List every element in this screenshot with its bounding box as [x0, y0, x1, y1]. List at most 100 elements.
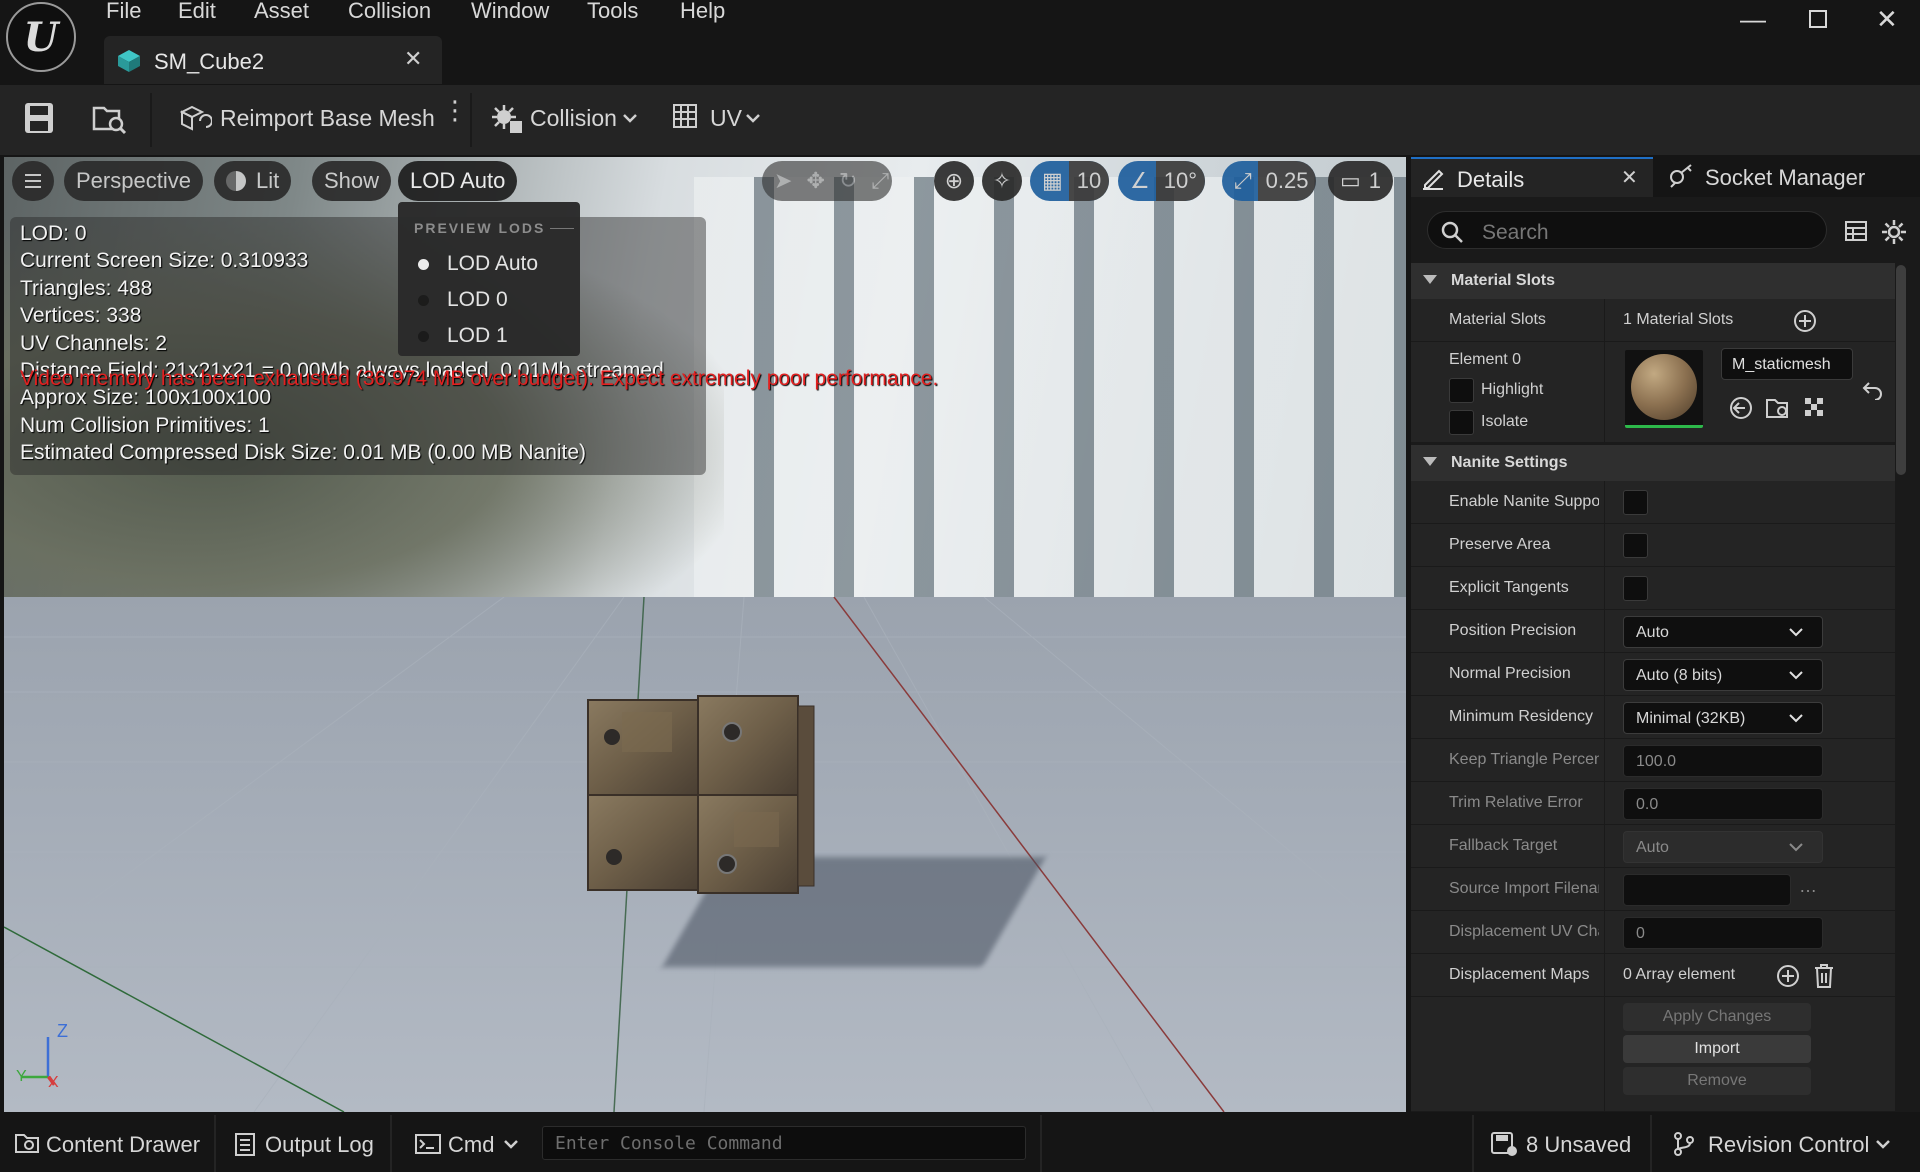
- radio-icon: [418, 330, 429, 342]
- document-tab[interactable]: SM_Cube2 ✕: [104, 36, 442, 84]
- scale-snap-button[interactable]: ⤢ 0.25: [1222, 161, 1317, 201]
- material-picker[interactable]: M_staticmesh: [1721, 348, 1853, 380]
- normal-precision-row: Normal Precision Auto (8 bits): [1411, 653, 1895, 696]
- save-icon[interactable]: [24, 102, 54, 134]
- lod-button[interactable]: LOD Auto: [398, 161, 518, 201]
- menu-asset[interactable]: Asset: [254, 0, 309, 24]
- ellipsis-icon: …: [1799, 876, 1817, 896]
- stat-lod: LOD: 0: [20, 222, 87, 245]
- status-separator: [1040, 1115, 1042, 1172]
- grid-snap-button[interactable]: ▦ 10: [1030, 161, 1110, 201]
- chevron-down-icon: [504, 1140, 518, 1149]
- menu-tools[interactable]: Tools: [587, 0, 638, 24]
- minimize-icon[interactable]: —: [1740, 4, 1766, 35]
- lit-icon: [226, 171, 246, 191]
- menu-window[interactable]: Window: [471, 0, 549, 24]
- add-element-icon[interactable]: [1776, 964, 1800, 988]
- content-drawer-button[interactable]: Content Drawer: [46, 1132, 200, 1158]
- column-divider: [1604, 653, 1605, 696]
- normal-precision-dropdown[interactable]: Auto (8 bits): [1623, 659, 1823, 691]
- unsaved-button[interactable]: 8 Unsaved: [1526, 1132, 1631, 1158]
- apply-changes-button[interactable]: Apply Changes: [1623, 1003, 1811, 1031]
- property-name: Keep Triangle Percent: [1449, 751, 1599, 768]
- material-thumbnail[interactable]: [1625, 350, 1703, 428]
- lod-option-1[interactable]: LOD 1: [418, 324, 508, 348]
- gear-icon[interactable]: [1881, 219, 1907, 245]
- toolbar-separator: [470, 93, 472, 147]
- field-value: 0.0: [1636, 796, 1659, 813]
- close-window-icon[interactable]: ✕: [1876, 4, 1898, 35]
- tab-details[interactable]: Details ✕: [1411, 157, 1653, 197]
- isolate-checkbox[interactable]: [1449, 410, 1474, 435]
- use-selected-icon[interactable]: [1729, 396, 1753, 420]
- uv-button[interactable]: UV: [710, 105, 742, 132]
- lod-label: LOD Auto: [410, 168, 506, 193]
- unreal-logo-icon[interactable]: U: [6, 2, 76, 72]
- maximize-icon[interactable]: [1809, 10, 1827, 28]
- material-slots-header[interactable]: Material Slots: [1411, 263, 1895, 299]
- search-box[interactable]: [1427, 211, 1827, 249]
- dropdown-value: Auto: [1636, 624, 1669, 641]
- translate-tool-icon[interactable]: ✥: [806, 168, 824, 194]
- menu-help[interactable]: Help: [680, 0, 725, 24]
- surface-snap-button[interactable]: ✧: [982, 161, 1022, 201]
- scrollbar[interactable]: [1896, 265, 1906, 475]
- nanite-settings-header[interactable]: Nanite Settings: [1411, 445, 1895, 481]
- unsaved-icon: [1491, 1132, 1517, 1156]
- output-log-button[interactable]: Output Log: [265, 1132, 374, 1158]
- browse-folder-icon[interactable]: [1765, 396, 1791, 420]
- position-precision-dropdown[interactable]: Auto: [1623, 616, 1823, 648]
- lit-button[interactable]: Lit: [214, 161, 292, 201]
- minimum-residency-dropdown[interactable]: Minimal (32KB): [1623, 702, 1823, 734]
- revision-control-button[interactable]: Revision Control: [1708, 1132, 1869, 1158]
- viewport-menu-button[interactable]: [12, 161, 54, 201]
- local-space-button[interactable]: ⊕: [934, 161, 974, 201]
- viewport[interactable]: Perspective Lit Show LOD Auto ➤ ✥ ↻ ⤢ ⊕ …: [4, 157, 1406, 1112]
- rotation-snap-button[interactable]: ∠ 10°: [1118, 161, 1206, 201]
- add-element-icon[interactable]: [1793, 309, 1817, 333]
- menu-edit[interactable]: Edit: [178, 0, 216, 24]
- lit-label: Lit: [256, 168, 280, 193]
- preserve-area-checkbox[interactable]: [1623, 533, 1648, 558]
- dropdown-value: Minimal (32KB): [1636, 710, 1746, 727]
- trash-icon[interactable]: [1813, 963, 1835, 989]
- menu-collision[interactable]: Collision: [348, 0, 431, 24]
- enable-nanite-checkbox[interactable]: [1623, 490, 1648, 515]
- browse-asset-icon[interactable]: [92, 102, 128, 136]
- search-input[interactable]: [1482, 221, 1812, 245]
- toolbar: Reimport Base Mesh ⋮ Collision UV: [0, 85, 1920, 155]
- grid-snap-value: 10: [1068, 161, 1110, 201]
- column-divider: [1604, 825, 1605, 868]
- show-button[interactable]: Show: [312, 161, 392, 201]
- checker-icon[interactable]: [1803, 396, 1827, 420]
- more-options-icon[interactable]: ⋮: [442, 97, 468, 123]
- table-view-icon[interactable]: [1844, 219, 1868, 243]
- enable-nanite-row: Enable Nanite Support: [1411, 481, 1895, 524]
- lod-option-label: LOD 0: [447, 288, 508, 311]
- reset-arrow-icon[interactable]: [1861, 380, 1883, 400]
- static-mesh-cube[interactable]: [584, 692, 819, 897]
- grid-snap-icon: ▦: [1042, 168, 1063, 193]
- explicit-tangents-checkbox[interactable]: [1623, 576, 1648, 601]
- import-button[interactable]: Import: [1623, 1035, 1811, 1063]
- tab-socket-manager[interactable]: Socket Manager: [1705, 165, 1865, 191]
- lod-option-0[interactable]: LOD 0: [418, 288, 508, 312]
- perspective-button[interactable]: Perspective: [64, 161, 203, 201]
- scale-tool-icon[interactable]: ⤢: [871, 168, 889, 194]
- lod-option-label: LOD 1: [447, 324, 508, 347]
- menu-file[interactable]: File: [106, 0, 141, 24]
- collision-button[interactable]: Collision: [530, 105, 617, 132]
- close-tab-icon[interactable]: ✕: [404, 46, 422, 72]
- reimport-button[interactable]: Reimport Base Mesh: [220, 105, 435, 132]
- title-bar: U File Edit Asset Collision Window Tools…: [0, 0, 1920, 85]
- console-input[interactable]: [542, 1126, 1026, 1160]
- property-name: Trim Relative Error: [1449, 794, 1583, 811]
- remove-button[interactable]: Remove: [1623, 1067, 1811, 1095]
- camera-speed-button[interactable]: ▭ 1: [1328, 161, 1394, 201]
- lod-option-auto[interactable]: LOD Auto: [418, 252, 538, 276]
- close-details-icon[interactable]: ✕: [1621, 165, 1638, 190]
- rotate-tool-icon[interactable]: ↻: [839, 168, 857, 194]
- select-tool-icon[interactable]: ➤: [774, 168, 792, 194]
- highlight-checkbox[interactable]: [1449, 378, 1474, 403]
- cmd-dropdown[interactable]: Cmd: [448, 1132, 494, 1158]
